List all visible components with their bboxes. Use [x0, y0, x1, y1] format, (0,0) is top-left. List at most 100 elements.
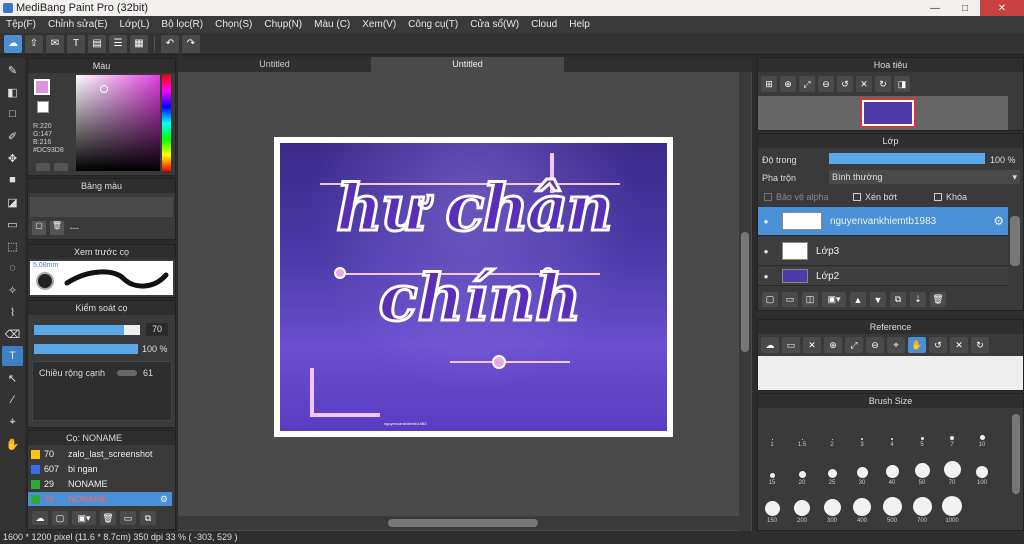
copy-brush-icon[interactable]: ⧉ — [140, 511, 156, 525]
menu-color[interactable]: Màu (C) — [308, 19, 356, 30]
horizontal-scroll-thumb[interactable] — [388, 519, 538, 527]
brush-settings-icon[interactable]: ⚙ — [160, 494, 168, 505]
dot-tool-icon[interactable]: ✐ — [2, 126, 23, 146]
tab-untitled-2[interactable]: Untitled — [371, 57, 564, 72]
vertical-scrollbar[interactable] — [739, 72, 751, 531]
brush-size-option[interactable]: 50 — [909, 450, 935, 486]
ref-rotate-left-icon[interactable]: ↺ — [929, 337, 947, 353]
folder-brush-icon[interactable]: ▭ — [120, 511, 136, 525]
ref-zoom-in-icon[interactable]: ⊕ — [824, 337, 842, 353]
share-icon[interactable]: ⇧ — [25, 34, 43, 53]
layers-scrollbar[interactable] — [1008, 214, 1022, 286]
brush-size-option[interactable]: 30 — [849, 450, 875, 486]
lock-checkbox[interactable]: Khóa — [934, 192, 967, 202]
ref-flip-icon[interactable]: ✕ — [950, 337, 968, 353]
horizontal-scrollbar[interactable] — [178, 516, 739, 530]
brush-size-option[interactable]: 1 — [759, 412, 785, 448]
foreground-swatch[interactable] — [34, 79, 50, 95]
merge-layer-icon[interactable]: ⇣ — [910, 292, 926, 307]
brush-size-option[interactable]: 100 — [969, 450, 995, 486]
ref-hand-icon[interactable]: ✋ — [908, 337, 926, 353]
move-down-icon[interactable]: ▼ — [870, 292, 886, 307]
clip-checkbox[interactable]: Xén bớt — [853, 192, 897, 202]
add-palette-icon[interactable]: ▢ — [32, 221, 46, 235]
add-brush-dropdown-icon[interactable]: ▣▾ — [72, 511, 96, 525]
color-mode-button[interactable] — [36, 163, 50, 171]
brush-size-option[interactable]: 150 — [759, 488, 785, 524]
brush-size-option[interactable]: 3 — [849, 412, 875, 448]
cloud-reference-icon[interactable]: ☁ — [761, 337, 779, 353]
brush-size-option[interactable]: 7 — [939, 412, 965, 448]
edge-width-toggle[interactable] — [117, 370, 137, 376]
menu-file[interactable]: Tệp(F) — [0, 19, 42, 30]
menu-tools[interactable]: Công cụ(T) — [402, 19, 464, 30]
redo-icon[interactable]: ↷ — [182, 34, 200, 53]
brush-size-option[interactable]: 1.5 — [789, 412, 815, 448]
halftone-layer-icon[interactable]: ◫ — [802, 292, 818, 307]
hand-tool-icon[interactable]: ✋ — [2, 434, 23, 454]
brush-item[interactable]: 70 zalo_last_screenshot — [28, 447, 172, 461]
menu-select[interactable]: Chọn(S) — [209, 19, 258, 30]
zoom-in-icon[interactable]: ⊕ — [780, 76, 796, 92]
menu-snap[interactable]: Chụp(N) — [258, 19, 308, 30]
new-layer-icon[interactable]: ▢ — [762, 292, 778, 307]
menu-window[interactable]: Cửa sổ(W) — [464, 19, 525, 30]
brush-item-selected[interactable]: 70 NONAME ⚙ — [28, 492, 172, 506]
saturation-picker[interactable] — [76, 75, 160, 171]
move-up-icon[interactable]: ▲ — [850, 292, 866, 307]
brush-size-option[interactable]: 1000 — [939, 488, 965, 524]
brush-size-option[interactable]: 10 — [969, 412, 995, 448]
menu-edit[interactable]: Chỉnh sửa(E) — [42, 19, 114, 30]
new-folder-icon[interactable]: ▭ — [782, 292, 798, 307]
minimize-button[interactable]: — — [920, 0, 950, 16]
menu-help[interactable]: Help — [563, 19, 596, 30]
magic-wand-tool-icon[interactable]: ✧ — [2, 280, 23, 300]
visibility-icon[interactable]: ● — [758, 247, 774, 256]
brush-size-slider[interactable] — [34, 325, 140, 335]
bucket-tool-icon[interactable]: ◪ — [2, 192, 23, 212]
navigator-viewport[interactable] — [860, 98, 916, 128]
shape-tool-icon[interactable]: □ — [2, 104, 23, 124]
tab-untitled-1[interactable]: Untitled — [178, 57, 371, 72]
ref-eyedropper-icon[interactable]: ⌖ — [887, 337, 905, 353]
eyedropper-tool-icon[interactable]: ⌖ — [2, 412, 23, 432]
menu-layer[interactable]: Lớp(L) — [114, 19, 156, 30]
lasso-tool-icon[interactable]: ◌ — [2, 258, 23, 278]
brush-tool-icon[interactable]: ✎ — [2, 60, 23, 80]
grid-icon[interactable]: ▦ — [130, 34, 148, 53]
background-swatch[interactable] — [37, 101, 49, 113]
delete-palette-icon[interactable]: 🗑 — [50, 221, 64, 235]
menu-cloud[interactable]: Cloud — [525, 19, 563, 30]
operation-tool-icon[interactable]: ↖ — [2, 368, 23, 388]
brush-size-option[interactable]: 20 — [789, 450, 815, 486]
menu-filter[interactable]: Bộ lọc(R) — [155, 19, 209, 30]
delete-layer-icon[interactable]: 🗑 — [930, 292, 946, 307]
open-reference-icon[interactable]: ▭ — [782, 337, 800, 353]
text-tool-icon[interactable]: T — [2, 346, 23, 366]
brush-size-option[interactable]: 5 — [909, 412, 935, 448]
color-swap-button[interactable] — [54, 163, 68, 171]
menu-view[interactable]: Xem(V) — [356, 19, 402, 30]
palette-area[interactable] — [30, 197, 173, 217]
fit-icon[interactable]: ⊞ — [761, 76, 777, 92]
layer-opacity-slider[interactable] — [829, 153, 985, 164]
cloud-brush-icon[interactable]: ☁ — [32, 511, 48, 525]
zoom-out-icon[interactable]: ⊖ — [818, 76, 834, 92]
layer-row-selected[interactable]: ● nguyenvankhiemtb1983 ⚙ — [758, 207, 1008, 236]
brush-size-option[interactable]: 400 — [849, 488, 875, 524]
visibility-icon[interactable]: ● — [758, 217, 774, 226]
list-icon[interactable]: ☰ — [109, 34, 127, 53]
text-icon[interactable]: T — [67, 34, 85, 53]
eraser-tool-icon[interactable]: ◧ — [2, 82, 23, 102]
fit-window-icon[interactable]: ⤢ — [799, 76, 815, 92]
delete-brush-icon[interactable]: 🗑 — [100, 511, 116, 525]
vertical-scroll-thumb[interactable] — [741, 232, 749, 352]
brush-size-option[interactable]: 500 — [879, 488, 905, 524]
brush-size-option[interactable]: 200 — [789, 488, 815, 524]
cloud-icon[interactable]: ☁ — [4, 34, 22, 53]
brush-item[interactable]: 29 NONAME — [28, 477, 172, 491]
brush-size-option[interactable]: 700 — [909, 488, 935, 524]
select-pen-tool-icon[interactable]: ⌇ — [2, 302, 23, 322]
brush-size-option[interactable]: 70 — [939, 450, 965, 486]
brush-size-option[interactable]: 300 — [819, 488, 845, 524]
